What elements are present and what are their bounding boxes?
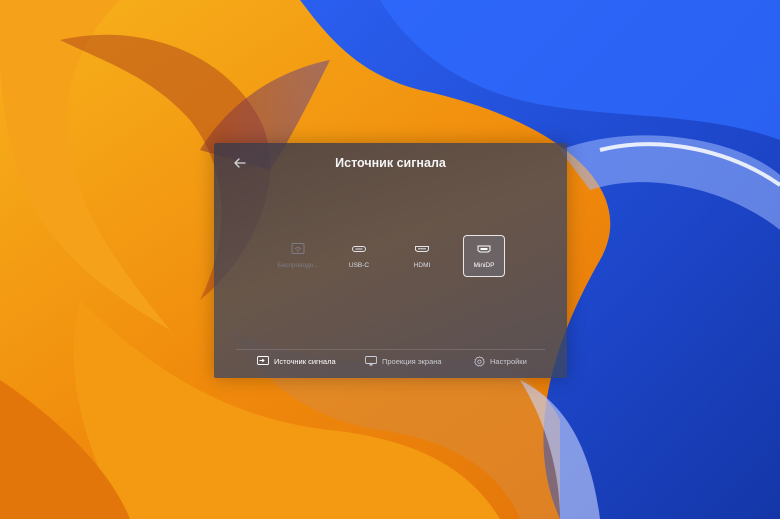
input-source-icon [257,356,269,366]
divider [236,349,545,350]
source-hdmi[interactable]: HDMI [401,235,443,277]
source-label: USB-C [348,262,370,269]
screen-projection-icon [365,356,377,366]
source-label: HDMI [413,262,431,269]
nav-label: Источник сигнала [274,356,336,366]
hdmi-port-icon [413,243,431,255]
nav-label: Настройки [490,356,527,366]
signal-source-dialog: Источник сигнала Беспроводн... USB-C HDM… [214,143,567,378]
nav-signal-source[interactable]: Источник сигнала [257,356,336,366]
source-label: MiniDP [473,262,495,269]
nav-screen-projection[interactable]: Проекция экрана [365,356,442,366]
source-label: Беспроводн... [277,262,319,269]
source-wireless[interactable]: Беспроводн... [277,235,319,277]
gear-icon [473,355,485,367]
nav-label: Проекция экрана [382,356,442,366]
minidp-port-icon [475,243,493,255]
source-minidp[interactable]: MiniDP [463,235,505,277]
source-list: Беспроводн... USB-C HDMI MiniDP [214,235,567,277]
usb-c-port-icon [350,243,368,255]
nav-settings[interactable]: Настройки [473,355,527,367]
bottom-nav: Источник сигнала Проекция экрана Настрой… [214,355,567,372]
source-usb-c[interactable]: USB-C [338,235,380,277]
dialog-title: Источник сигнала [335,156,446,170]
wifi-cast-icon [289,243,307,255]
